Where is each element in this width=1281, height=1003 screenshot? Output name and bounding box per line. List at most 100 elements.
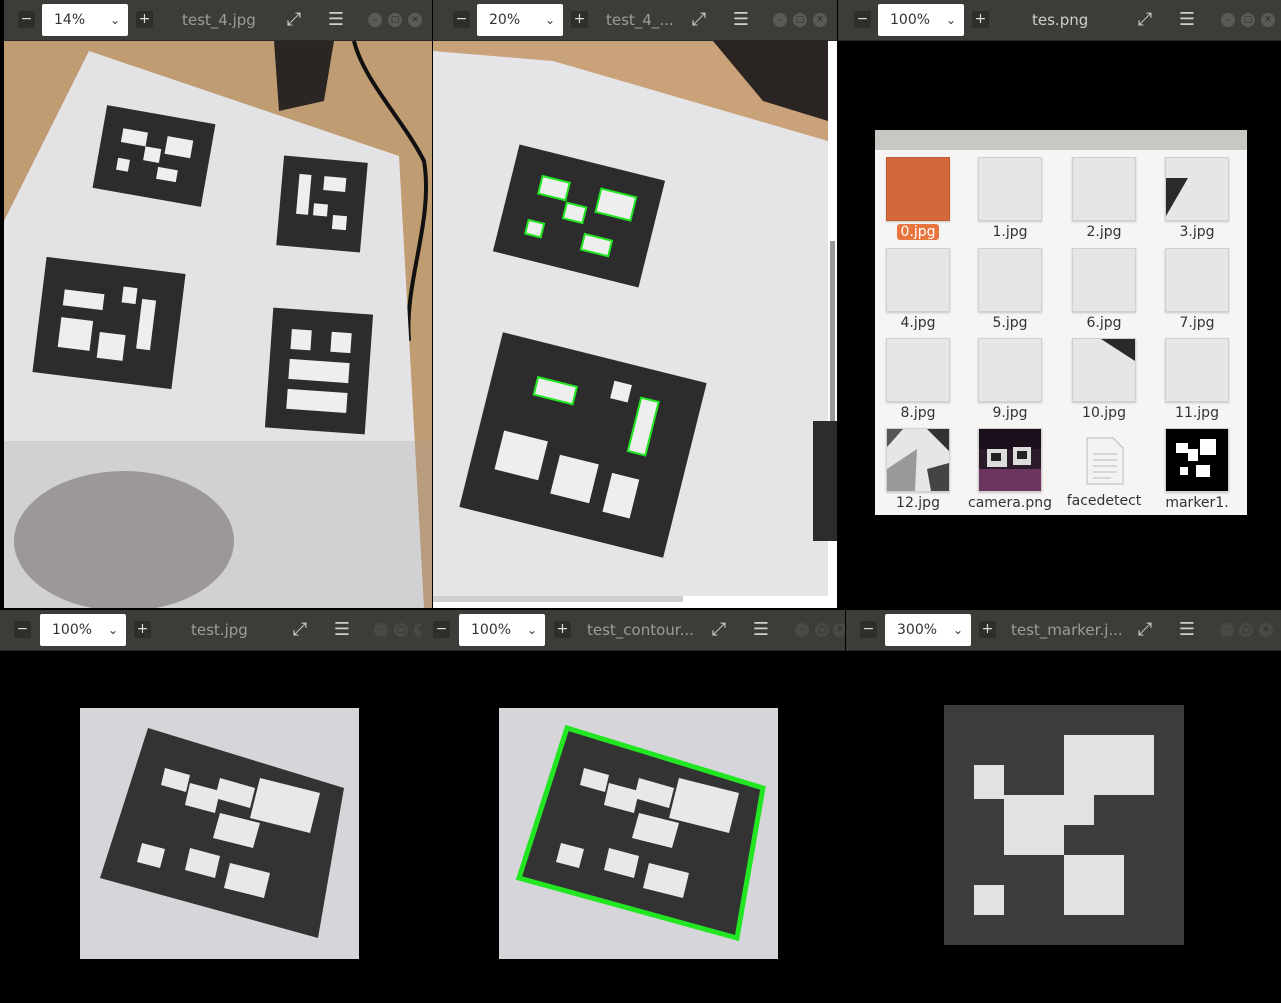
file-item[interactable]: camera.png <box>964 428 1056 511</box>
chevron-down-icon: ⌄ <box>109 13 120 27</box>
menu-icon[interactable]: ☰ <box>330 618 354 642</box>
zoom-select[interactable]: 100% ⌄ <box>459 614 545 646</box>
file-item[interactable]: 2.jpg <box>1058 157 1150 240</box>
marker-photo <box>80 708 359 959</box>
menu-icon[interactable]: ☰ <box>1175 618 1199 642</box>
menu-icon[interactable]: ☰ <box>1175 8 1199 32</box>
fullscreen-icon[interactable]: ⤢ <box>288 618 312 642</box>
file-manager-toolbar <box>875 130 1247 150</box>
zoom-out-button[interactable]: − <box>854 11 871 28</box>
zoom-out-button[interactable]: − <box>453 11 470 28</box>
file-item[interactable]: 1.jpg <box>964 157 1056 240</box>
file-item[interactable]: 12.jpg <box>872 428 964 511</box>
menu-icon[interactable]: ☰ <box>324 8 348 32</box>
zoom-in-button[interactable]: + <box>136 11 153 28</box>
zoom-in-button[interactable]: + <box>554 621 571 638</box>
file-item[interactable]: 9.jpg <box>964 338 1056 421</box>
close-icon[interactable]: ✕ <box>414 623 421 637</box>
file-item[interactable]: 0.jpg <box>872 157 964 240</box>
thumbnail <box>1165 248 1229 312</box>
file-item[interactable]: 11.jpg <box>1151 338 1243 421</box>
minimize-icon[interactable]: – <box>368 13 382 27</box>
window-title: test_4.jpg <box>182 11 256 29</box>
close-icon[interactable]: ✕ <box>408 13 422 27</box>
maximize-icon[interactable]: ▢ <box>815 623 829 637</box>
file-label: 11.jpg <box>1175 405 1219 421</box>
minimize-icon[interactable]: – <box>773 13 787 27</box>
zoom-in-button[interactable]: + <box>571 11 588 28</box>
photo-four-markers <box>4 40 432 608</box>
file-item[interactable]: 6.jpg <box>1058 248 1150 331</box>
thumbnail <box>886 157 950 221</box>
zoom-out-button[interactable]: − <box>860 621 877 638</box>
close-icon[interactable]: ✕ <box>1261 13 1275 27</box>
maximize-icon[interactable]: ▢ <box>394 623 408 637</box>
zoom-value: 100% <box>471 622 512 638</box>
zoom-select[interactable]: 14% ⌄ <box>42 4 128 36</box>
file-item[interactable]: 7.jpg <box>1151 248 1243 331</box>
window-title: test_marker.j... <box>1011 621 1123 639</box>
fullscreen-icon[interactable]: ⤢ <box>687 8 711 32</box>
minimize-icon[interactable]: – <box>374 623 388 637</box>
chevron-down-icon: ⌄ <box>945 13 956 27</box>
zoom-in-button[interactable]: + <box>972 11 989 28</box>
minimize-icon[interactable]: – <box>795 623 809 637</box>
file-item[interactable]: 8.jpg <box>872 338 964 421</box>
zoom-select[interactable]: 100% ⌄ <box>878 4 964 36</box>
zoom-out-button[interactable]: − <box>433 621 450 638</box>
file-item[interactable]: 5.jpg <box>964 248 1056 331</box>
maximize-icon[interactable]: ▢ <box>1241 13 1255 27</box>
zoom-in-button[interactable]: + <box>134 621 151 638</box>
window-title: test_contour... <box>587 621 694 639</box>
file-label: 6.jpg <box>1086 315 1122 331</box>
close-icon[interactable]: ✕ <box>1259 623 1273 637</box>
maximize-icon[interactable]: ▢ <box>1239 623 1253 637</box>
fullscreen-icon[interactable]: ⤢ <box>1133 618 1157 642</box>
menu-icon[interactable]: ☰ <box>729 8 753 32</box>
maximize-icon[interactable]: ▢ <box>793 13 807 27</box>
zoom-select[interactable]: 300% ⌄ <box>885 614 971 646</box>
file-label: 10.jpg <box>1082 405 1126 421</box>
file-label: 3.jpg <box>1179 224 1215 240</box>
zoom-value: 14% <box>54 12 86 28</box>
header-bar: − 100% ⌄ + test_contour... ⤢ ☰ – ▢ ✕ <box>421 610 845 651</box>
zoom-value: 100% <box>52 622 93 638</box>
file-item[interactable]: marker1. <box>1151 428 1243 511</box>
contour-photo <box>499 708 778 959</box>
file-grid: 0.jpg 1.jpg 2.jpg 3.jpg 4.jpg 5.jpg 6.jp… <box>875 130 1247 515</box>
zoom-select[interactable]: 20% ⌄ <box>477 4 563 36</box>
fullscreen-icon[interactable]: ⤢ <box>707 618 731 642</box>
window-title: tes.png <box>1032 11 1089 29</box>
minimize-icon[interactable]: – <box>1221 13 1235 27</box>
thumbnail <box>1165 428 1229 492</box>
close-icon[interactable]: ✕ <box>833 623 845 637</box>
zoom-out-button[interactable]: − <box>18 11 35 28</box>
window-test-4: − 14% ⌄ + test_4.jpg ⤢ ☰ – ▢ ✕ <box>4 0 432 608</box>
zoom-in-button[interactable]: + <box>979 621 996 638</box>
file-item[interactable]: facedetect <box>1058 428 1150 509</box>
close-icon[interactable]: ✕ <box>813 13 827 27</box>
file-label: 4.jpg <box>900 315 936 331</box>
menu-icon[interactable]: ☰ <box>749 618 773 642</box>
fullscreen-icon[interactable]: ⤢ <box>1133 8 1157 32</box>
maximize-icon[interactable]: ▢ <box>388 13 402 27</box>
chevron-down-icon: ⌄ <box>544 13 555 27</box>
file-label: facedetect <box>1066 493 1142 509</box>
file-item[interactable]: 3.jpg <box>1151 157 1243 240</box>
file-label: 8.jpg <box>900 405 936 421</box>
window-test-4-contour: − 20% ⌄ + test_4_... ⤢ ☰ – ▢ ✕ <box>433 0 837 608</box>
header-bar: − 300% ⌄ + test_marker.j... ⤢ ☰ – ▢ ✕ <box>846 610 1281 651</box>
header-bar: − 100% ⌄ + test.jpg ⤢ ☰ – ▢ ✕ <box>0 610 421 651</box>
thumbnail <box>978 248 1042 312</box>
header-bar: − 20% ⌄ + test_4_... ⤢ ☰ – ▢ ✕ <box>433 0 837 41</box>
file-label: 2.jpg <box>1086 224 1122 240</box>
zoom-value: 20% <box>489 12 521 28</box>
zoom-out-button[interactable]: − <box>14 621 31 638</box>
file-item[interactable]: 10.jpg <box>1058 338 1150 421</box>
file-item[interactable]: 4.jpg <box>872 248 964 331</box>
file-label: 9.jpg <box>992 405 1028 421</box>
fullscreen-icon[interactable]: ⤢ <box>282 8 306 32</box>
zoom-select[interactable]: 100% ⌄ <box>40 614 126 646</box>
thumbnail <box>886 248 950 312</box>
minimize-icon[interactable]: – <box>1220 623 1234 637</box>
